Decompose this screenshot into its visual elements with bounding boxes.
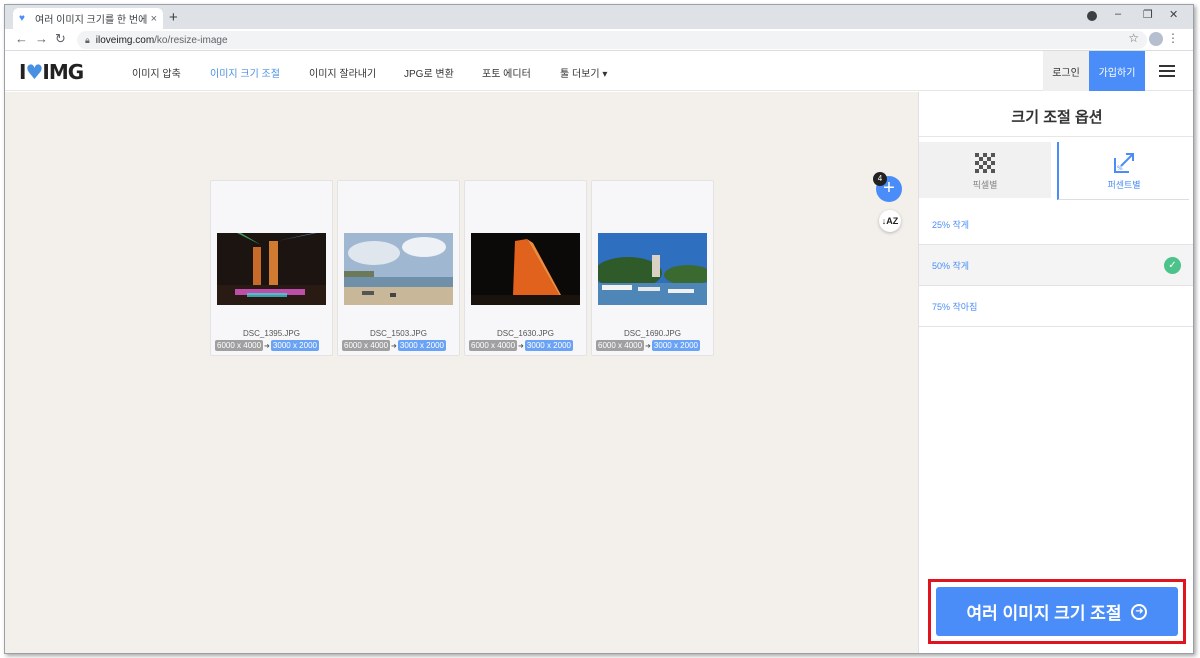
resized-size: 3000 x 2000 [651, 340, 700, 351]
minimize-button[interactable]: – [1115, 8, 1121, 20]
nav-resize-image[interactable]: 이미지 크기 조절 [210, 65, 280, 80]
nav-more-tools[interactable]: 툴 더보기 ▾ [560, 65, 607, 80]
divider [919, 136, 1193, 137]
tab-by-percentage[interactable]: % 퍼센트별 [1057, 142, 1189, 200]
bookmark-star-icon[interactable]: ☆ [1128, 31, 1139, 45]
back-button[interactable]: ← [15, 31, 28, 46]
nav-compress-image[interactable]: 이미지 압축 [132, 65, 181, 80]
tab-by-percentage-label: 퍼센트별 [1107, 180, 1141, 190]
file-workarea: DSC_1395.JPG 6000 x 4000 ➜ 3000 x 2000 D… [5, 92, 918, 653]
tab-search-icon[interactable] [1087, 11, 1097, 21]
file-dimensions: 6000 x 4000 ➜ 3000 x 2000 [469, 340, 584, 351]
file-name: DSC_1630.JPG [497, 329, 554, 338]
address-bar[interactable]: 🔒︎ iloveimg.com /ko/resize-image [77, 31, 1147, 49]
file-dimensions: 6000 x 4000 ➜ 3000 x 2000 [342, 340, 457, 351]
option-50-percent[interactable]: 50% 작게 ✓ [919, 245, 1193, 286]
file-name: DSC_1690.JPG [624, 329, 681, 338]
nav-convert-to-jpg[interactable]: JPG로 변환 [404, 65, 454, 80]
heart-icon: ♥ [25, 60, 43, 84]
file-dimensions: 6000 x 4000 ➜ 3000 x 2000 [215, 340, 330, 351]
forward-button[interactable]: → [35, 31, 48, 46]
resize-images-button[interactable]: 여러 이미지 크기 조절 ➜ [936, 587, 1178, 636]
iloveimg-logo[interactable]: I♥IMG [19, 60, 84, 84]
tab-bar: ♥ 여러 이미지 크기를 한 번에 조정 × + – ❐ ✕ [5, 5, 1193, 29]
url-host: iloveimg.com [95, 34, 155, 46]
logo-text-img: IMG [42, 60, 84, 84]
arrow-right-icon: ➜ [518, 342, 524, 350]
browser-menu-icon[interactable]: ⋮ [1167, 31, 1179, 45]
original-size: 6000 x 4000 [215, 340, 264, 351]
arrow-right-icon: ➜ [645, 342, 651, 350]
profile-avatar[interactable] [1149, 32, 1163, 46]
file-count-badge: 4 [873, 172, 887, 186]
browser-window: ♥ 여러 이미지 크기를 한 번에 조정 × + – ❐ ✕ ← → ↻ 🔒︎ … [4, 4, 1194, 654]
arrow-right-icon: ➜ [391, 342, 397, 350]
tab-by-pixels-label: 픽셀별 [972, 180, 998, 190]
resize-options-sidebar: 크기 조절 옵션 픽셀별 % 퍼센트별 25% 작게 50% 작게 ✓ 75% … [918, 92, 1193, 653]
file-thumbnail [471, 233, 580, 305]
sort-az-icon[interactable]: ↓AZ [879, 210, 901, 232]
pixel-grid-icon [975, 153, 995, 173]
reload-button[interactable]: ↻ [55, 31, 66, 47]
lock-icon: 🔒︎ [85, 34, 90, 45]
selected-check-icon: ✓ [1164, 257, 1181, 274]
signup-button[interactable]: 가입하기 [1089, 51, 1145, 91]
file-thumbnail [344, 233, 453, 305]
file-thumbnail [598, 233, 707, 305]
browser-toolbar: ← → ↻ 🔒︎ iloveimg.com /ko/resize-image ☆… [5, 29, 1193, 51]
file-card[interactable]: DSC_1395.JPG 6000 x 4000 ➜ 3000 x 2000 [210, 180, 333, 356]
browser-tab[interactable]: ♥ 여러 이미지 크기를 한 번에 조정 × [13, 8, 163, 29]
file-name: DSC_1395.JPG [243, 329, 300, 338]
svg-text:%: % [1117, 165, 1123, 172]
option-75-percent[interactable]: 75% 작아짐 [919, 286, 1193, 327]
resized-size: 3000 x 2000 [397, 340, 446, 351]
original-size: 6000 x 4000 [342, 340, 391, 351]
site-header: I♥IMG 이미지 압축 이미지 크기 조절 이미지 잘라내기 JPG로 변환 … [5, 51, 1193, 91]
tab-by-pixels[interactable]: 픽셀별 [919, 142, 1051, 200]
iloveimg-favicon-icon: ♥ [19, 12, 25, 24]
new-tab-button[interactable]: + [169, 9, 178, 26]
tab-close-icon[interactable]: × [151, 13, 157, 25]
file-card[interactable]: DSC_1503.JPG 6000 x 4000 ➜ 3000 x 2000 [337, 180, 460, 356]
maximize-button[interactable]: ❐ [1143, 8, 1153, 21]
nav-crop-image[interactable]: 이미지 잘라내기 [309, 65, 376, 80]
original-size: 6000 x 4000 [596, 340, 645, 351]
option-25-percent[interactable]: 25% 작게 [919, 204, 1193, 245]
file-thumbnail [217, 233, 326, 305]
original-size: 6000 x 4000 [469, 340, 518, 351]
hamburger-menu-icon[interactable] [1159, 65, 1175, 77]
percent-resize-icon: % [1114, 153, 1134, 173]
resized-size: 3000 x 2000 [270, 340, 319, 351]
login-button[interactable]: 로그인 [1043, 51, 1089, 91]
arrow-circle-right-icon: ➜ [1131, 603, 1148, 620]
file-card[interactable]: DSC_1690.JPG 6000 x 4000 ➜ 3000 x 2000 [591, 180, 714, 356]
tab-title: 여러 이미지 크기를 한 번에 조정 [35, 15, 147, 26]
file-card[interactable]: DSC_1630.JPG 6000 x 4000 ➜ 3000 x 2000 [464, 180, 587, 356]
sidebar-title: 크기 조절 옵션 [1011, 109, 1103, 126]
resize-images-button-label: 여러 이미지 크기 조절 [966, 604, 1122, 623]
nav-photo-editor[interactable]: 포토 에디터 [482, 65, 531, 80]
file-dimensions: 6000 x 4000 ➜ 3000 x 2000 [596, 340, 711, 351]
arrow-right-icon: ➜ [264, 342, 270, 350]
file-name: DSC_1503.JPG [370, 329, 427, 338]
option-50-percent-label: 50% 작게 [932, 260, 970, 271]
window-close-button[interactable]: ✕ [1169, 8, 1178, 21]
url-path: /ko/resize-image [154, 34, 228, 46]
resized-size: 3000 x 2000 [524, 340, 573, 351]
